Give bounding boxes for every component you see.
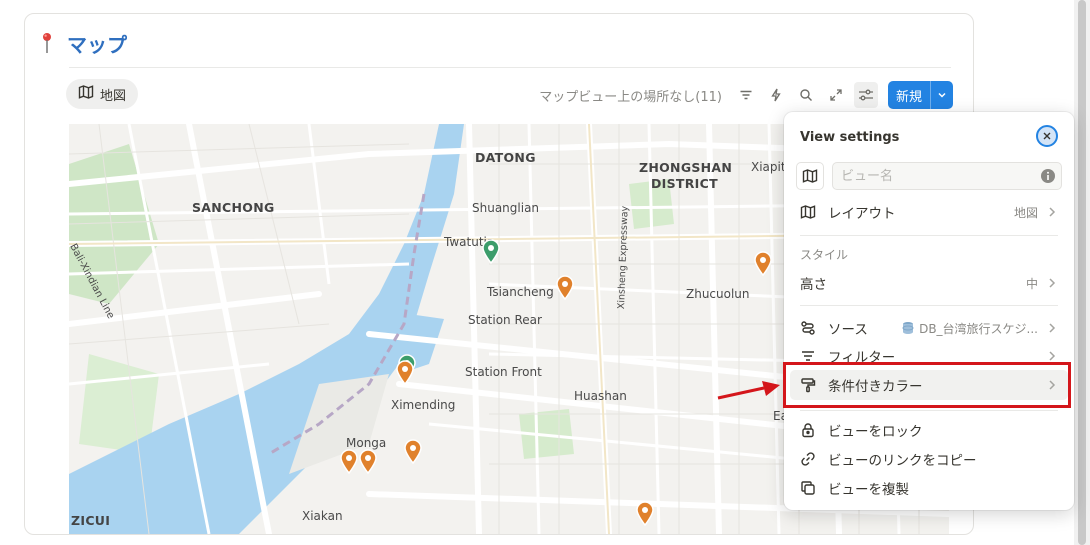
view-name-input[interactable] [832, 162, 1062, 190]
map-icon [78, 84, 94, 104]
chevron-right-icon [1044, 277, 1060, 289]
search-button[interactable] [794, 82, 818, 108]
source-icon [800, 320, 822, 336]
map-marker[interactable] [555, 274, 575, 300]
view-icon-button[interactable] [796, 162, 824, 190]
divider [800, 305, 1058, 306]
filter-button[interactable] [734, 82, 758, 108]
map-label-huashan: Huashan [574, 389, 627, 403]
map-label-datong: DATONG [475, 150, 536, 165]
tab-map-view[interactable]: 地図 [66, 79, 139, 109]
automation-button[interactable] [764, 82, 788, 108]
map-icon [800, 204, 822, 220]
view-toolbar: マップビュー上の場所なし(11) 新規 [539, 81, 953, 109]
map-label-zhucuolun: Zhucuolun [686, 287, 750, 301]
map-marker[interactable] [339, 448, 359, 474]
style-section-label: スタイル [800, 248, 849, 262]
map-label-xiapi: Xiapit [751, 160, 786, 174]
chevron-right-icon [1044, 206, 1060, 218]
map-label-ximending: Ximending [391, 398, 456, 412]
lock-view-label: ビューをロック [828, 424, 923, 440]
height-value: 中 [1025, 276, 1038, 291]
copy-link-label: ビューのリンクをコピー [828, 453, 977, 469]
close-icon [1043, 132, 1051, 140]
chevron-right-icon [1044, 322, 1060, 334]
source-value-wrap: DB_台湾旅行スケジ... [901, 320, 1038, 337]
close-button[interactable] [1036, 125, 1058, 147]
new-button[interactable]: 新規 [887, 81, 953, 109]
map-label-sanchong: SANCHONG [192, 200, 275, 215]
duplicate-icon [800, 480, 822, 496]
view-name-row [796, 161, 1062, 191]
source-value: DB_台湾旅行スケジ... [919, 321, 1038, 336]
map-marker[interactable] [395, 359, 415, 385]
page-title-row: マップ [39, 28, 127, 58]
info-icon[interactable] [1040, 168, 1056, 188]
lock-icon [800, 422, 822, 438]
map-icon [802, 169, 818, 183]
duplicate-view-row[interactable]: ビューを複製 [790, 473, 1068, 503]
annotation-arrow-icon [717, 381, 780, 400]
map-marker[interactable] [481, 238, 501, 264]
title-divider [69, 67, 951, 68]
link-icon [800, 451, 822, 467]
divider [800, 235, 1058, 236]
layout-row[interactable]: レイアウト 地図 [790, 197, 1068, 227]
source-label: ソース [828, 322, 868, 338]
no-place-counter[interactable]: マップビュー上の場所なし(11) [539, 86, 722, 105]
page-title: マップ [67, 32, 127, 57]
expand-icon [830, 89, 842, 101]
map-label-district: DISTRICT [651, 176, 718, 191]
page-scrollbar-thumb[interactable] [1078, 0, 1086, 545]
map-label-zhongshan: ZHONGSHAN [639, 160, 733, 175]
view-settings-button[interactable] [853, 82, 878, 108]
filter-icon [740, 90, 752, 100]
map-marker[interactable] [635, 500, 655, 526]
source-row[interactable]: ソース DB_台湾旅行スケジ... [790, 313, 1068, 343]
search-icon [800, 89, 812, 101]
expand-button[interactable] [824, 82, 848, 108]
new-dropdown-button[interactable] [930, 81, 953, 109]
lightning-icon [771, 88, 781, 102]
map-label-station-rear: Station Rear [468, 313, 542, 327]
height-row[interactable]: 高さ 中 [790, 268, 1068, 298]
lock-view-row[interactable]: ビューをロック [790, 415, 1068, 445]
height-label: 高さ [800, 277, 827, 293]
map-label-station-front: Station Front [465, 365, 542, 379]
view-settings-title: View settings [800, 130, 900, 145]
map-label-zicui: ZICUI [71, 513, 111, 528]
map-label-xiakan: Xiakan [302, 509, 343, 523]
map-marker[interactable] [753, 250, 773, 276]
divider [800, 410, 1058, 411]
view-settings-panel: View settings レイアウト 地図 スタイル 高さ 中 ソース DB [784, 112, 1074, 510]
map-marker[interactable] [403, 438, 423, 464]
tab-map-view-label: 地図 [100, 88, 127, 104]
chevron-right-icon [1044, 350, 1060, 362]
layout-value: 地図 [1013, 205, 1038, 220]
map-label-shuanglian: Shuanglian [472, 201, 540, 215]
duplicate-view-label: ビューを複製 [828, 482, 909, 498]
copy-link-row[interactable]: ビューのリンクをコピー [790, 444, 1068, 474]
map-label-tsiancheng: Tsiancheng [487, 285, 554, 299]
settings-sliders-icon [858, 89, 873, 101]
new-button-label: 新規 [895, 89, 922, 105]
map-marker[interactable] [358, 448, 378, 474]
layout-label: レイアウト [828, 206, 896, 222]
database-icon [902, 322, 914, 334]
map-pin-icon [39, 32, 55, 54]
annotation-highlight-box [783, 362, 1071, 408]
chevron-down-icon [938, 92, 946, 98]
